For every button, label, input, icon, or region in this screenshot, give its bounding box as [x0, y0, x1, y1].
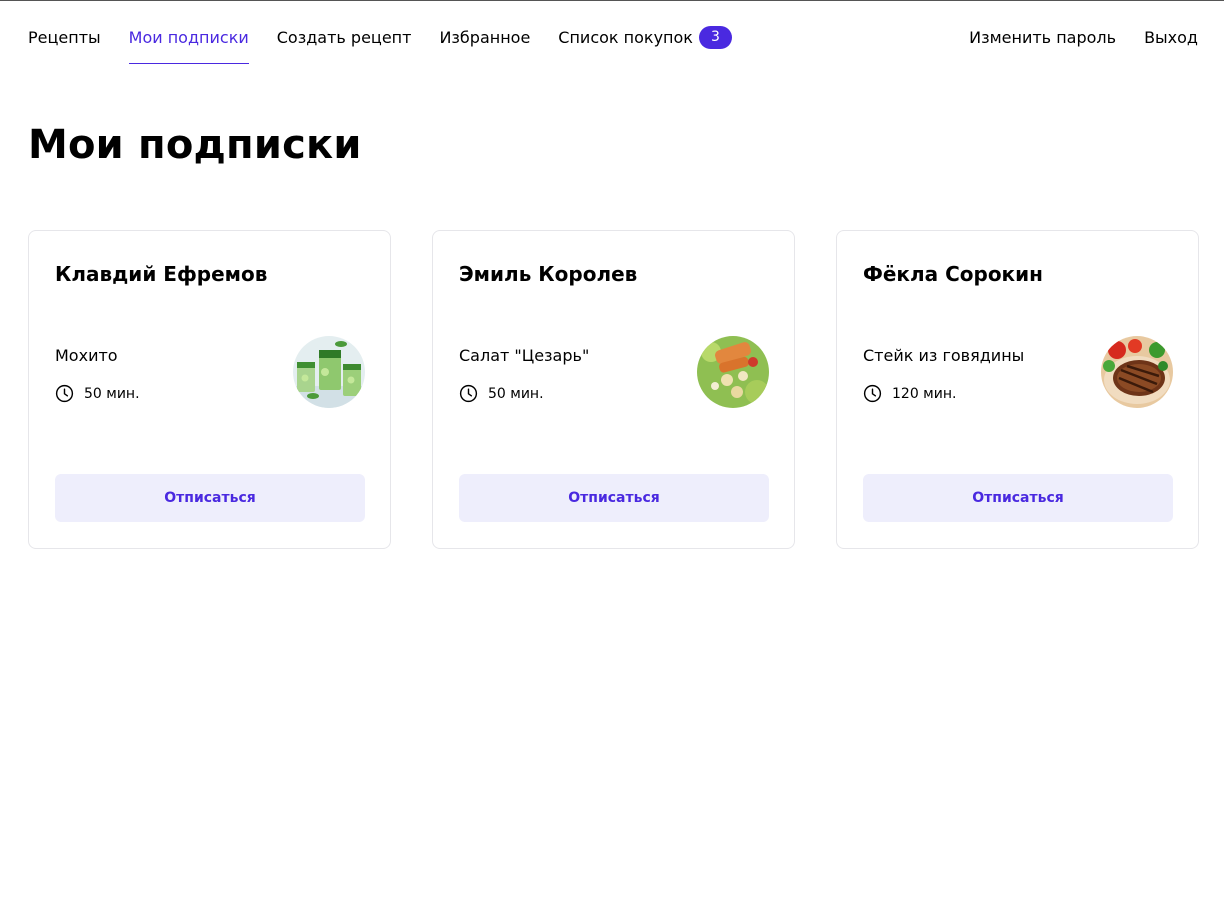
shopping-list-count-badge: 3: [698, 25, 732, 49]
nav-item-label: Список покупок: [558, 28, 693, 47]
clock-icon: [863, 384, 882, 403]
logout-label: Выход: [1144, 28, 1198, 47]
nav-item-subscriptions[interactable]: Мои подписки: [128, 0, 249, 64]
account-nav: Изменить пароль Выход: [941, 0, 1198, 64]
subscription-cards: Клавдий Ефремов Мохито 50 мин. Отписатьс…: [28, 230, 1199, 549]
subscription-card: Клавдий Ефремов Мохито 50 мин. Отписатьс…: [28, 230, 391, 549]
unsubscribe-button[interactable]: Отписаться: [863, 474, 1173, 522]
recipe-time: 50 мин.: [55, 384, 140, 403]
main-nav: Рецепты Мои подписки Создать рецепт Избр…: [28, 0, 760, 64]
author-name[interactable]: Фёкла Сорокин: [863, 262, 1043, 286]
recipe-item[interactable]: Салат "Цезарь" 50 мин.: [459, 336, 769, 408]
subscription-card: Фёкла Сорокин Стейк из говядины 120 мин.: [836, 230, 1199, 549]
recipe-time-value: 50 мин.: [84, 385, 140, 402]
nav-item-label: Создать рецепт: [276, 28, 412, 47]
unsubscribe-button[interactable]: Отписаться: [459, 474, 769, 522]
recipe-time: 50 мин.: [459, 384, 544, 403]
recipe-item[interactable]: Стейк из говядины 120 мин.: [863, 336, 1173, 408]
nav-item-label: Избранное: [439, 28, 531, 47]
clock-icon: [459, 384, 478, 403]
beef-steak-image[interactable]: [1101, 336, 1173, 408]
nav-item-create-recipe[interactable]: Создать рецепт: [277, 0, 412, 64]
nav-item-label: Рецепты: [28, 28, 101, 47]
change-password-link[interactable]: Изменить пароль: [969, 0, 1116, 64]
subscription-card: Эмиль Королев Салат "Цезарь" 50 мин. Отп…: [432, 230, 795, 549]
recipe-time: 120 мин.: [863, 384, 956, 403]
nav-item-label: Мои подписки: [128, 28, 249, 47]
recipe-item[interactable]: Мохито 50 мин.: [55, 336, 365, 408]
nav-item-recipes[interactable]: Рецепты: [28, 0, 101, 64]
author-name[interactable]: Клавдий Ефремов: [55, 262, 267, 286]
clock-icon: [55, 384, 74, 403]
recipe-name: Стейк из говядины: [863, 346, 1025, 365]
nav-item-favorites[interactable]: Избранное: [439, 0, 530, 64]
recipe-time-value: 50 мин.: [488, 385, 544, 402]
page-title: Мои подписки: [28, 122, 362, 168]
recipe-name: Мохито: [55, 346, 118, 365]
mojito-image[interactable]: [293, 336, 365, 408]
change-password-label: Изменить пароль: [969, 28, 1117, 47]
logout-link[interactable]: Выход: [1144, 0, 1198, 64]
nav-item-shopping-list[interactable]: Список покупок 3: [558, 0, 732, 64]
author-name[interactable]: Эмиль Королев: [459, 262, 637, 286]
unsubscribe-button[interactable]: Отписаться: [55, 474, 365, 522]
recipe-time-value: 120 мин.: [892, 385, 957, 402]
caesar-salad-image[interactable]: [697, 336, 769, 408]
recipe-name: Салат "Цезарь": [459, 346, 590, 365]
